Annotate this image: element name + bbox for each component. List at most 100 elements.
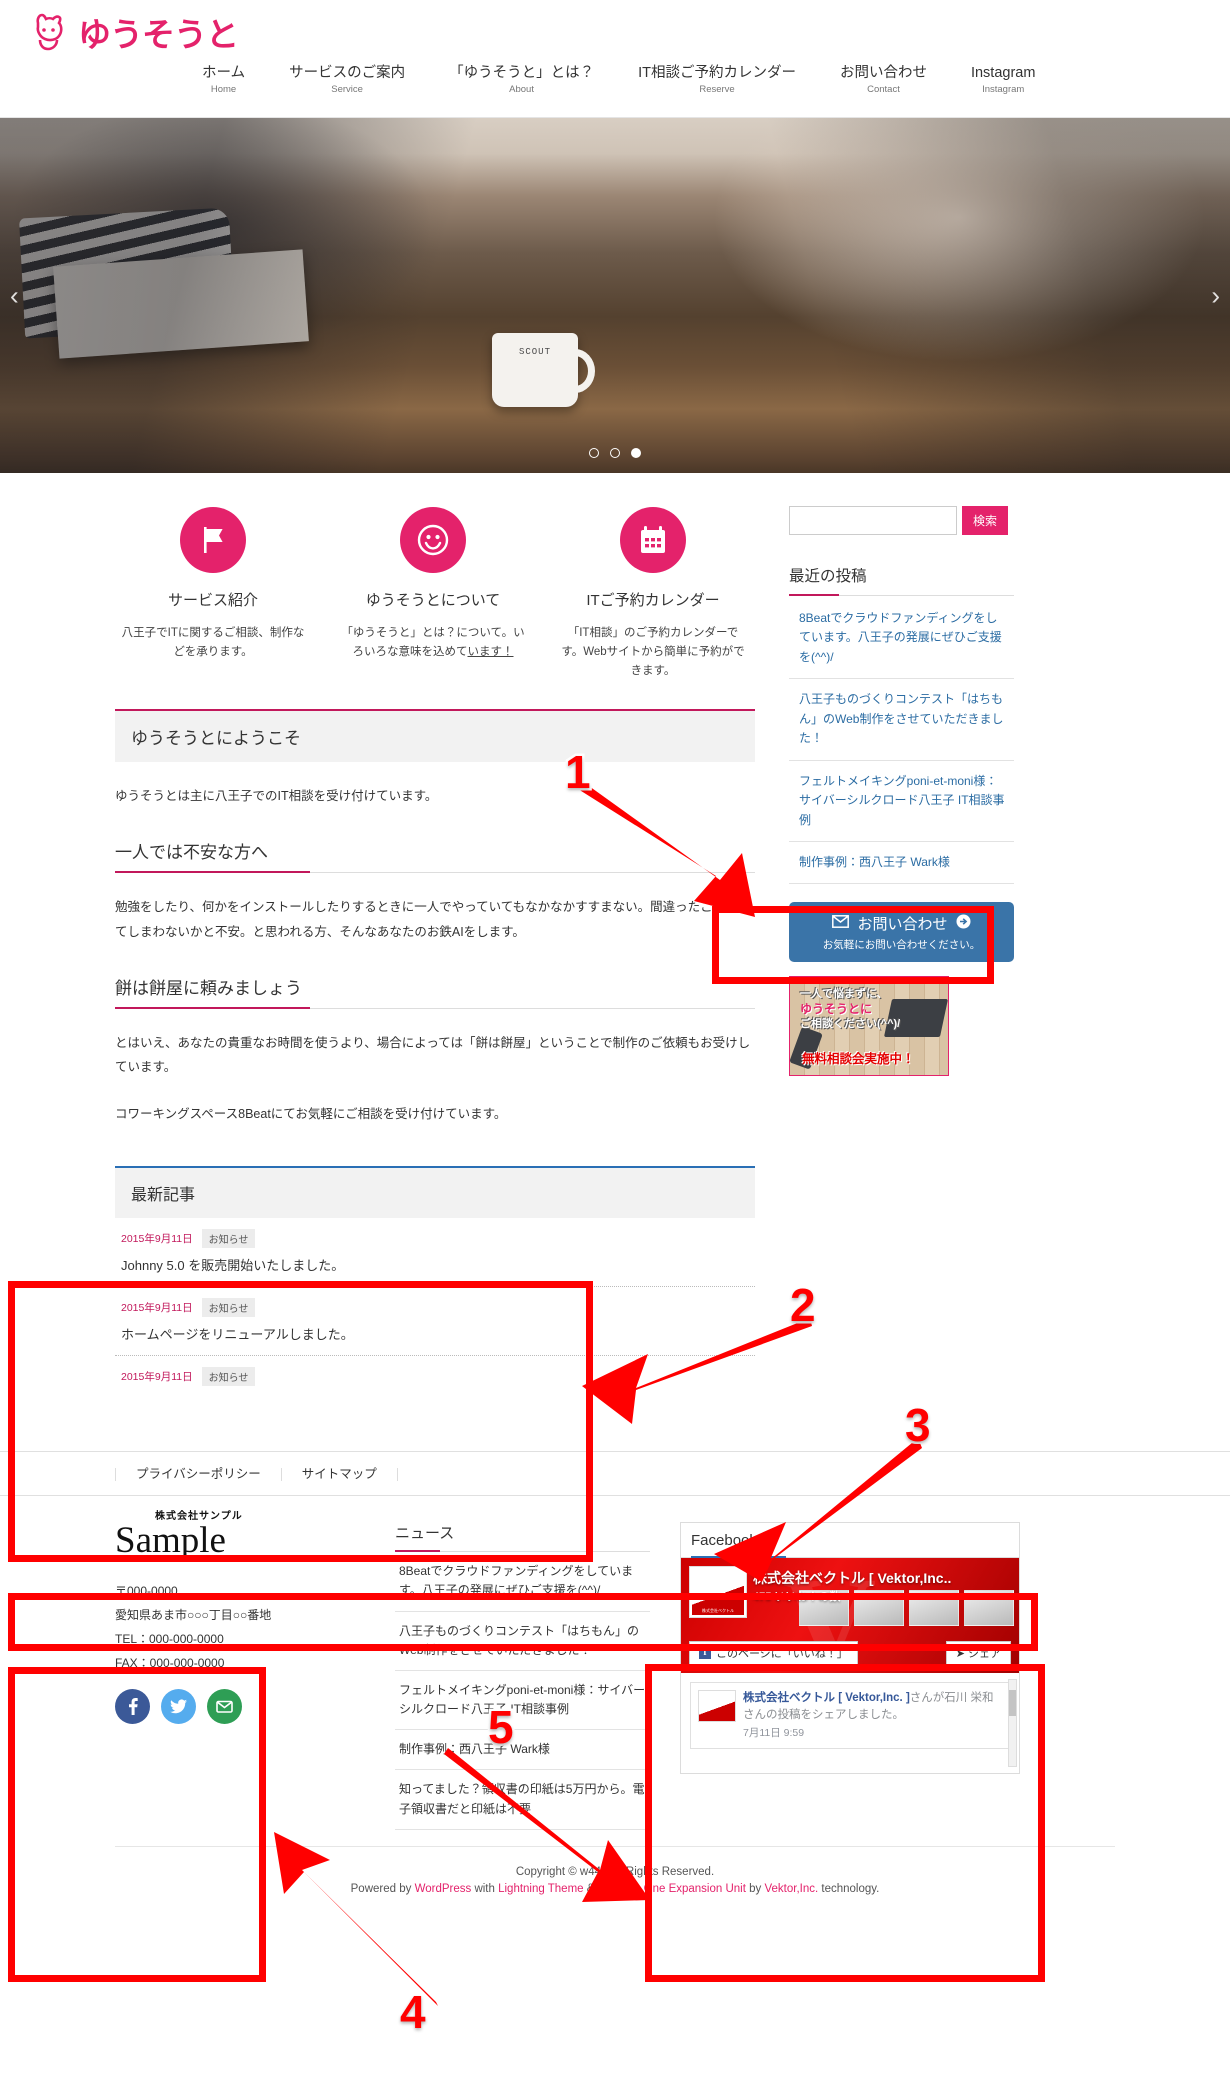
table-row[interactable]: 2015年9月11日 お知らせ Johnny 5.0 を販売開始いたしました。	[115, 1218, 755, 1288]
facebook-icon[interactable]	[115, 1689, 150, 1725]
content-wrap: サービス紹介 八王子でITに関するご相談、制作などを承ります。 ゆうそうとについ…	[0, 473, 1230, 1405]
recent-posts-heading: 最近の投稿	[789, 564, 1014, 596]
site-logo[interactable]: ゆうそうと	[28, 8, 239, 56]
facebook-widget: Facebook V 株式会社ベクトル [ Vektor,Inc.. 475 い…	[680, 1522, 1020, 1775]
feature-card-calendar[interactable]: ITご予約カレンダー 「IT相談」のご予約カレンダーです。Webサイトから簡単に…	[543, 507, 763, 681]
site-header: ゆうそうと ホーム Home サービスのご案内 Service 「ゆうそうと」と…	[0, 0, 1230, 118]
mail-icon[interactable]	[207, 1689, 242, 1725]
hero-next-arrow-icon[interactable]: ›	[1211, 280, 1220, 311]
contact-button-sub: お気軽にお問い合わせください。	[822, 939, 981, 952]
latest-category-badge[interactable]: お知らせ	[201, 1367, 256, 1387]
facebook-like-button[interactable]: f このページに「いいね！」	[689, 1641, 858, 1666]
hero-prev-arrow-icon[interactable]: ‹	[10, 280, 19, 311]
list-item[interactable]: フェルトメイキングponi-et-moni様：サイバーシルクロード八王子 IT相…	[789, 761, 1014, 842]
feature-title: ITご予約カレンダー	[586, 592, 720, 609]
powered-amp: &	[583, 1882, 598, 1895]
hero-dot-2[interactable]	[610, 448, 620, 458]
footer-subnav-band: プライバシーポリシー サイトマップ	[0, 1451, 1230, 1497]
share-arrow-icon: ➤	[955, 1648, 965, 1661]
search-input[interactable]	[789, 506, 957, 535]
vkaio-link[interactable]: VK All in One Expansion Unit	[598, 1883, 746, 1895]
feature-desc: 「ゆうそうと」とは？について。いろいろな意味を込めています！	[337, 624, 529, 662]
facebook-share-button-label: シェア	[968, 1648, 1001, 1661]
nav-item-contact[interactable]: お問い合わせ Contact	[818, 64, 949, 96]
contact-button-label: お問い合わせ	[857, 916, 948, 934]
subnav-item-sitemap[interactable]: サイトマップ	[282, 1468, 398, 1481]
facebook-share-button[interactable]: ➤ シェア	[945, 1641, 1011, 1666]
sidebar: 検索 最近の投稿 8Beatでクラウドファンディングをしています。八王子の発展に…	[789, 497, 1014, 1405]
footer-facebook-column: Facebook V 株式会社ベクトル [ Vektor,Inc.. 475 い…	[680, 1522, 1060, 1830]
feature-desc: 八王子でITに関するご相談、制作などを承ります。	[121, 627, 305, 658]
facebook-post[interactable]: 株式会社ベクトル [ Vektor,Inc. ]さんが石川 栄和さんの投稿をシェ…	[690, 1682, 1010, 1749]
news-heading: ニュース	[395, 1522, 650, 1553]
list-item[interactable]: 八王子ものづくりコンテスト「はちもん」のWeb制作をさせていただきました！	[395, 1612, 650, 1671]
feature-desc-link[interactable]: います！	[468, 646, 514, 658]
hero-slider[interactable]: SCOUT ‹ ›	[0, 118, 1230, 473]
latest-title[interactable]: ホームページをリニューアルしました。	[121, 1324, 749, 1343]
nav-label-ja: サービスのご案内	[289, 65, 406, 81]
facebook-post-author[interactable]: 株式会社ベクトル [ Vektor,Inc. ]	[743, 1692, 910, 1704]
nav-item-home[interactable]: ホーム Home	[180, 64, 267, 96]
arrow-circle-right-icon	[956, 914, 971, 933]
facebook-like-count: 475 いいね！の数	[753, 1591, 841, 1604]
wordpress-link[interactable]: WordPress	[415, 1883, 472, 1895]
subnav-item-privacy[interactable]: プライバシーポリシー	[115, 1468, 282, 1481]
list-item[interactable]: 知ってました？領収書の印紙は5万円から。電子領収書だと印紙は不要	[395, 1770, 650, 1830]
scrollbar-thumb[interactable]	[1009, 1690, 1016, 1717]
list-item[interactable]: 8Beatでクラウドファンディングをしています。八王子の発展にぜひご支援を(^^…	[789, 598, 1014, 680]
envelope-icon	[832, 915, 850, 932]
banner-line-1: 一人で悩まずに、	[800, 988, 888, 1001]
feature-card-service[interactable]: サービス紹介 八王子でITに関するご相談、制作などを承ります。	[103, 507, 323, 681]
facebook-post-text: 株式会社ベクトル [ Vektor,Inc. ]さんが石川 栄和さんの投稿をシェ…	[743, 1690, 1002, 1741]
nav-item-reserve[interactable]: IT相談ご予約カレンダー Reserve	[616, 64, 818, 96]
avatar	[689, 1566, 747, 1619]
banner-line-3: ご相談ください(^^)/	[800, 1018, 901, 1031]
list-item[interactable]: 八王子ものづくりコンテスト「はちもん」のWeb制作をさせていただきました！	[789, 679, 1014, 761]
company-fax: FAX：000-000-0000	[115, 1656, 225, 1671]
facebook-feed-scrollbar[interactable]	[1008, 1679, 1017, 1768]
facebook-page-name[interactable]: 株式会社ベクトル [ Vektor,Inc..	[753, 1568, 951, 1588]
hero-mug-label: SCOUT	[518, 347, 551, 357]
nav-label-en: Service	[331, 84, 363, 96]
company-logo: 株式会社サンプル Sample	[115, 1512, 242, 1560]
feature-desc: 「IT相談」のご予約カレンダーです。Webサイトから簡単に予約ができます。	[561, 627, 745, 677]
vektor-link[interactable]: Vektor,Inc.	[764, 1883, 818, 1895]
lightning-theme-link[interactable]: Lightning Theme	[498, 1883, 583, 1895]
latest-meta: 2015年9月11日 お知らせ	[121, 1298, 749, 1318]
company-street: 愛知県あま市○○○丁目○○番地	[115, 1608, 272, 1623]
facebook-post-time: 7月11日 9:59	[743, 1726, 805, 1739]
nav-item-about[interactable]: 「ゆうそうと」とは？ About	[427, 64, 616, 96]
page-title: ゆうそうとにようこそ	[115, 708, 755, 762]
search-button[interactable]: 検索	[962, 506, 1009, 535]
paragraph-1: 勉強をしたり、何かをインストールしたりするときに一人でやっていてもなかなかすすま…	[115, 900, 751, 939]
smiley-icon	[400, 507, 466, 573]
footer-columns: 株式会社サンプル Sample 〒000-0000 愛知県あま市○○○丁目○○番…	[115, 1512, 1115, 1830]
list-item[interactable]: 8Beatでクラウドファンディングをしています。八王子の発展にぜひご支援を(^^…	[395, 1552, 650, 1612]
footer-company-column: 株式会社サンプル Sample 〒000-0000 愛知県あま市○○○丁目○○番…	[115, 1512, 365, 1830]
powered-mid2: by	[745, 1882, 765, 1895]
latest-category-badge[interactable]: お知らせ	[201, 1229, 256, 1249]
table-row[interactable]: 2015年9月11日 お知らせ ホームページをリニューアルしました。	[115, 1287, 755, 1357]
paragraph-3: コワーキングスペース8Beatにてお気軽にご相談を受け付けています。	[115, 1106, 507, 1121]
list-item[interactable]: 制作事例：西八王子 Wark様	[789, 842, 1014, 885]
cover-thumb	[964, 1590, 1014, 1627]
latest-title[interactable]: Johnny 5.0 を販売開始いたしました。	[121, 1255, 749, 1274]
hero-dot-3[interactable]	[631, 448, 641, 458]
latest-category-badge[interactable]: お知らせ	[201, 1298, 256, 1318]
table-row[interactable]: 2015年9月11日 お知らせ	[115, 1356, 755, 1405]
cover-thumb	[909, 1590, 959, 1627]
feature-card-about[interactable]: ゆうそうとについて 「ゆうそうと」とは？について。いろいろな意味を込めています！	[323, 507, 543, 681]
hero-dot-1[interactable]	[589, 448, 599, 458]
contact-button[interactable]: お問い合わせ お気軽にお問い合わせください。	[789, 902, 1014, 963]
list-item[interactable]: 制作事例：西八王子 Wark様	[395, 1730, 650, 1771]
nav-item-instagram[interactable]: Instagram Instagram	[949, 64, 1057, 96]
facebook-like-button-label: このページに「いいね！」	[716, 1648, 848, 1661]
nav-label-ja: 「ゆうそうと」とは？	[449, 65, 595, 81]
nav-label-ja: お問い合わせ	[839, 65, 927, 81]
list-item[interactable]: フェルトメイキングponi-et-moni様：サイバーシルクロード八王子 IT相…	[395, 1671, 650, 1731]
nav-label-en: Home	[210, 84, 237, 96]
nav-item-service[interactable]: サービスのご案内 Service	[267, 64, 427, 96]
twitter-icon[interactable]	[161, 1689, 196, 1725]
company-zip: 〒000-0000	[115, 1584, 178, 1599]
consultation-banner[interactable]: 一人で悩まずに、 ゆうそうとに ご相談ください(^^)/ 無料相談会実施中！	[789, 976, 949, 1077]
